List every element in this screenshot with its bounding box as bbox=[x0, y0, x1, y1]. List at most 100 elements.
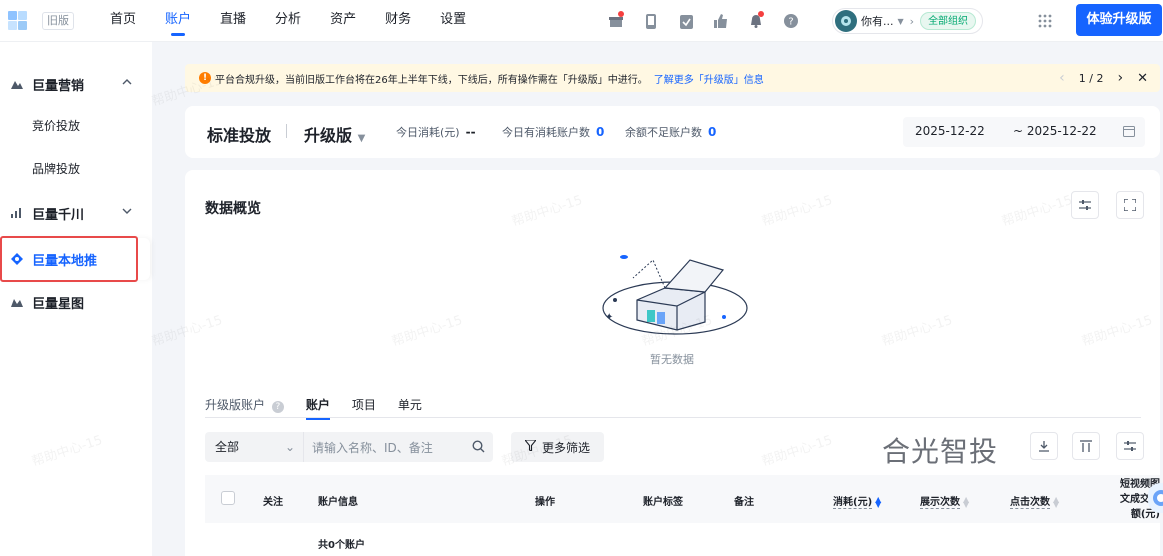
thumb-up-icon[interactable] bbox=[711, 11, 731, 31]
help-icon[interactable]: ? bbox=[781, 11, 801, 31]
clipboard-icon[interactable] bbox=[676, 11, 696, 31]
chevron-down-icon: ⌄ bbox=[284, 440, 295, 454]
select-all-checkbox[interactable] bbox=[221, 491, 235, 505]
nav-finance[interactable]: 财务 bbox=[385, 0, 411, 42]
tabs-group-label-text: 升级版账户 bbox=[205, 398, 266, 412]
column-clicks-label: 点击次数 bbox=[1010, 497, 1050, 509]
chevron-right-icon[interactable]: › bbox=[1117, 70, 1123, 86]
stat-value: 0 bbox=[708, 125, 717, 139]
caret-down-icon: ▼ bbox=[897, 16, 904, 26]
top-bar: 旧版 首页 账户 直播 分析 资产 财务 设置 ? 你有... ▼ › 全部组织… bbox=[0, 0, 1163, 42]
download-icon[interactable] bbox=[1030, 432, 1058, 460]
fullscreen-icon[interactable] bbox=[1116, 191, 1144, 219]
gift-icon[interactable] bbox=[606, 11, 626, 31]
column-follow: 关注 bbox=[263, 497, 283, 508]
caret-down-icon: ▼ bbox=[357, 133, 366, 144]
toolbar-icons: ? bbox=[606, 11, 801, 31]
floating-assistant-icon[interactable] bbox=[1148, 483, 1163, 513]
column-actions: 操作 bbox=[535, 497, 555, 508]
sort-icon[interactable]: ▲ ▼ bbox=[1053, 496, 1059, 509]
sidebar-group-label: 巨量营销 bbox=[32, 78, 85, 94]
apps-grid-icon[interactable] bbox=[1034, 10, 1056, 32]
warning-icon: ! bbox=[199, 72, 211, 84]
account-switcher[interactable]: 你有... ▼ › 全部组织 bbox=[832, 8, 984, 34]
table-header: 关注 账户信息 操作 账户标签 备注 消耗(元) ▲ ▼ 展示次数 ▲ ▼ 点击次数 ▲ ▼… bbox=[205, 475, 1160, 523]
tab-account[interactable]: 账户 bbox=[305, 396, 330, 420]
help-circle-icon[interactable]: ? bbox=[271, 401, 284, 413]
chevron-left-icon[interactable]: ‹ bbox=[1059, 70, 1065, 86]
nav-analysis[interactable]: 分析 bbox=[275, 0, 301, 42]
notice-link[interactable]: 了解更多「升级版」信息 bbox=[654, 71, 764, 86]
nav-settings[interactable]: 设置 bbox=[440, 0, 466, 42]
scope-select-value: 全部 bbox=[215, 440, 240, 454]
total-accounts: 共0个账户 bbox=[318, 540, 365, 551]
sidebar: 巨量营销 竞价投放 品牌投放 巨量千川 巨量本地推 巨量星图 bbox=[0, 42, 152, 556]
stat-value: 0 bbox=[596, 125, 605, 139]
more-filter-button[interactable]: 更多筛选 bbox=[511, 432, 605, 462]
nav-live[interactable]: 直播 bbox=[220, 0, 246, 42]
sidebar-item-brand[interactable]: 品牌投放 bbox=[32, 160, 80, 177]
org-tag[interactable]: 全部组织 bbox=[920, 12, 977, 30]
sidebar-group-marketing[interactable]: 巨量营销 bbox=[0, 64, 152, 104]
sidebar-group-qianchuan[interactable]: 巨量千川 bbox=[0, 193, 152, 233]
notice-text: 平台合规升级，当前旧版工作台将在26年上半年下线，下线后，所有操作需在「升级版」… bbox=[215, 74, 648, 86]
phone-icon[interactable] bbox=[641, 11, 661, 31]
chevron-up-icon bbox=[122, 76, 132, 91]
account-name: 你有... bbox=[861, 15, 894, 28]
notice-bar: ! 平台合规升级，当前旧版工作台将在26年上半年下线，下线后，所有操作需在「升级… bbox=[185, 64, 1160, 92]
sidebar-group-xingtu[interactable]: 巨量星图 bbox=[0, 282, 152, 322]
column-clicks[interactable]: 点击次数 ▲ ▼ bbox=[1010, 493, 1059, 509]
column-cost[interactable]: 消耗(元) ▲ ▼ bbox=[833, 493, 881, 509]
logo[interactable] bbox=[8, 11, 38, 31]
page-title: 标准投放 bbox=[207, 126, 272, 145]
tabs: 升级版账户 ? 账户 项目 单元 bbox=[205, 396, 444, 420]
stat-label: 今日有消耗账户数 bbox=[502, 126, 590, 139]
bars-icon bbox=[10, 206, 24, 220]
divider bbox=[286, 124, 287, 138]
calendar-icon bbox=[1123, 125, 1135, 140]
nav-account[interactable]: 账户 bbox=[165, 0, 191, 42]
search-placeholder: 请输入名称、ID、备注 bbox=[312, 440, 433, 455]
search-icon[interactable] bbox=[472, 440, 485, 456]
filter-icon bbox=[523, 439, 538, 454]
column-impressions-label: 展示次数 bbox=[920, 497, 960, 509]
column-cost-label: 消耗(元) bbox=[833, 497, 873, 509]
close-icon[interactable]: ✕ bbox=[1137, 71, 1148, 86]
date-end: ~ 2025-12-22 bbox=[1013, 124, 1097, 138]
sidebar-group-label: 巨量千川 bbox=[32, 207, 85, 223]
nav-home[interactable]: 首页 bbox=[110, 0, 136, 42]
notice-page-indicator: 1 / 2 bbox=[1078, 71, 1104, 85]
nav-assets[interactable]: 资产 bbox=[330, 0, 356, 42]
column-impressions[interactable]: 展示次数 ▲ ▼ bbox=[920, 493, 969, 509]
columns-icon[interactable] bbox=[1072, 432, 1100, 460]
sort-icon[interactable]: ▲ ▼ bbox=[963, 496, 969, 509]
sidebar-item-bidding[interactable]: 竞价投放 bbox=[32, 117, 80, 134]
brand-watermark: 合光智投 bbox=[882, 435, 999, 468]
mountain-icon bbox=[10, 77, 24, 91]
sort-icon[interactable]: ▲ ▼ bbox=[875, 496, 881, 509]
version-switch[interactable]: 升级版 ▼ bbox=[304, 122, 365, 146]
sidebar-group-label: 巨量本地推 bbox=[32, 253, 98, 269]
settings-sliders-icon[interactable] bbox=[1071, 191, 1099, 219]
tab-unit[interactable]: 单元 bbox=[398, 396, 422, 419]
try-upgrade-button[interactable]: 体验升级版 bbox=[1076, 4, 1162, 36]
tabs-divider bbox=[205, 417, 1141, 418]
empty-box-illustration: ✦ bbox=[602, 255, 748, 335]
main-nav: 首页 账户 直播 分析 资产 财务 设置 bbox=[110, 0, 495, 42]
sidebar-group-local-push[interactable]: 巨量本地推 bbox=[0, 239, 152, 279]
column-account-info: 账户信息 bbox=[318, 497, 358, 508]
more-filter-label: 更多筛选 bbox=[542, 440, 591, 455]
old-version-tag[interactable]: 旧版 bbox=[42, 12, 74, 30]
date-range-picker[interactable]: 2025-12-22 ~ 2025-12-22 bbox=[903, 117, 1145, 147]
svg-text:?: ? bbox=[788, 17, 793, 28]
scope-select[interactable]: 全部 ⌄ bbox=[205, 432, 303, 462]
chevron-right-icon: › bbox=[909, 14, 915, 28]
sliders-icon[interactable] bbox=[1116, 432, 1144, 460]
bell-icon[interactable] bbox=[746, 11, 766, 31]
stat-value: -- bbox=[465, 125, 476, 139]
version-label: 升级版 bbox=[304, 126, 353, 145]
local-push-icon bbox=[10, 252, 24, 266]
search-input[interactable]: 请输入名称、ID、备注 bbox=[303, 432, 493, 462]
tab-project[interactable]: 项目 bbox=[352, 396, 376, 419]
stat-label: 余额不足账户数 bbox=[625, 126, 702, 139]
